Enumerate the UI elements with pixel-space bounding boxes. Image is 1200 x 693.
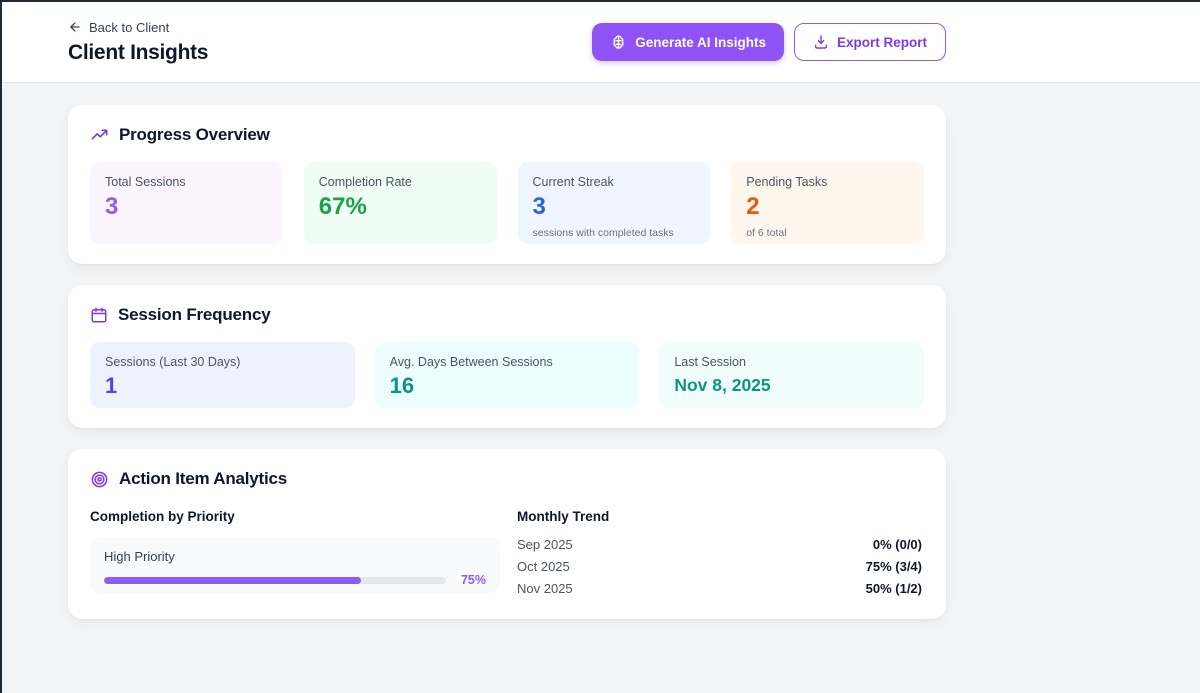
stat-total-sessions: Total Sessions 3	[90, 162, 283, 244]
trend-value: 0% (0/0)	[873, 537, 922, 552]
session-frequency-card: Session Frequency Sessions (Last 30 Days…	[68, 285, 946, 428]
section-title-session-frequency: Session Frequency	[118, 305, 271, 325]
section-title-progress-overview: Progress Overview	[119, 125, 270, 145]
trend-value: 50% (1/2)	[866, 581, 922, 596]
trend-value: 75% (3/4)	[866, 559, 922, 574]
stat-sessions-last-30-days: Sessions (Last 30 Days) 1	[90, 342, 355, 408]
main-content: Progress Overview Total Sessions 3 Compl…	[68, 83, 946, 619]
stat-value: 3	[533, 194, 696, 220]
brain-icon	[610, 34, 627, 51]
header-left: Back to Client Client Insights	[68, 20, 208, 65]
trend-month: Sep 2025	[517, 537, 573, 552]
trend-row: Nov 2025 50% (1/2)	[517, 577, 922, 599]
download-icon	[813, 34, 829, 50]
stat-value: Nov 8, 2025	[674, 374, 909, 395]
priority-percent-label: 75%	[456, 573, 486, 587]
stat-label: Completion Rate	[319, 175, 482, 189]
stat-avg-days-between-sessions: Avg. Days Between Sessions 16	[375, 342, 640, 408]
stat-value: 3	[105, 194, 268, 220]
back-to-client-link[interactable]: Back to Client	[68, 20, 208, 35]
generate-button-label: Generate AI Insights	[635, 35, 766, 50]
trending-up-icon	[90, 126, 109, 145]
monthly-trend-heading: Monthly Trend	[517, 509, 924, 524]
progress-overview-card: Progress Overview Total Sessions 3 Compl…	[68, 105, 946, 264]
trend-row: Oct 2025 75% (3/4)	[517, 555, 922, 577]
header-actions: Generate AI Insights Export Report	[592, 23, 946, 61]
section-title-action-item-analytics: Action Item Analytics	[119, 469, 287, 489]
back-link-label: Back to Client	[89, 20, 169, 35]
stat-last-session: Last Session Nov 8, 2025	[659, 342, 924, 408]
stat-value: 1	[105, 374, 340, 398]
stat-label: Current Streak	[533, 175, 696, 189]
monthly-trend-column: Monthly Trend Sep 2025 0% (0/0) Oct 2025…	[517, 509, 924, 599]
stat-label: Last Session	[674, 355, 909, 369]
stat-value: 16	[390, 374, 625, 398]
calendar-icon	[90, 306, 108, 324]
stat-current-streak: Current Streak 3 sessions with completed…	[518, 162, 711, 244]
stat-label: Avg. Days Between Sessions	[390, 355, 625, 369]
action-item-analytics-card: Action Item Analytics Completion by Prio…	[68, 449, 946, 619]
stat-value: 2	[746, 194, 909, 220]
stat-label: Pending Tasks	[746, 175, 909, 189]
arrow-left-icon	[68, 20, 82, 34]
page-header: Back to Client Client Insights Generate …	[2, 2, 1200, 83]
trend-row: Sep 2025 0% (0/0)	[517, 533, 922, 555]
completion-by-priority-heading: Completion by Priority	[90, 509, 500, 524]
stat-pending-tasks: Pending Tasks 2 of 6 total	[731, 162, 924, 244]
export-button-label: Export Report	[837, 35, 927, 50]
stat-completion-rate: Completion Rate 67%	[304, 162, 497, 244]
priority-progress-track	[104, 577, 446, 584]
completion-by-priority-column: Completion by Priority High Priority 75%	[90, 509, 500, 599]
priority-label: High Priority	[104, 549, 486, 564]
stat-label: Total Sessions	[105, 175, 268, 189]
trend-month: Nov 2025	[517, 581, 573, 596]
priority-progress-fill	[104, 577, 361, 584]
priority-row-high: High Priority 75%	[90, 537, 500, 593]
stat-sublabel: of 6 total	[746, 227, 909, 239]
stat-label: Sessions (Last 30 Days)	[105, 355, 340, 369]
generate-ai-insights-button[interactable]: Generate AI Insights	[592, 23, 784, 61]
trend-month: Oct 2025	[517, 559, 570, 574]
target-icon	[90, 470, 109, 489]
page-title: Client Insights	[68, 41, 208, 65]
stat-sublabel: sessions with completed tasks	[533, 227, 696, 239]
stat-value: 67%	[319, 194, 482, 220]
export-report-button[interactable]: Export Report	[794, 23, 946, 61]
